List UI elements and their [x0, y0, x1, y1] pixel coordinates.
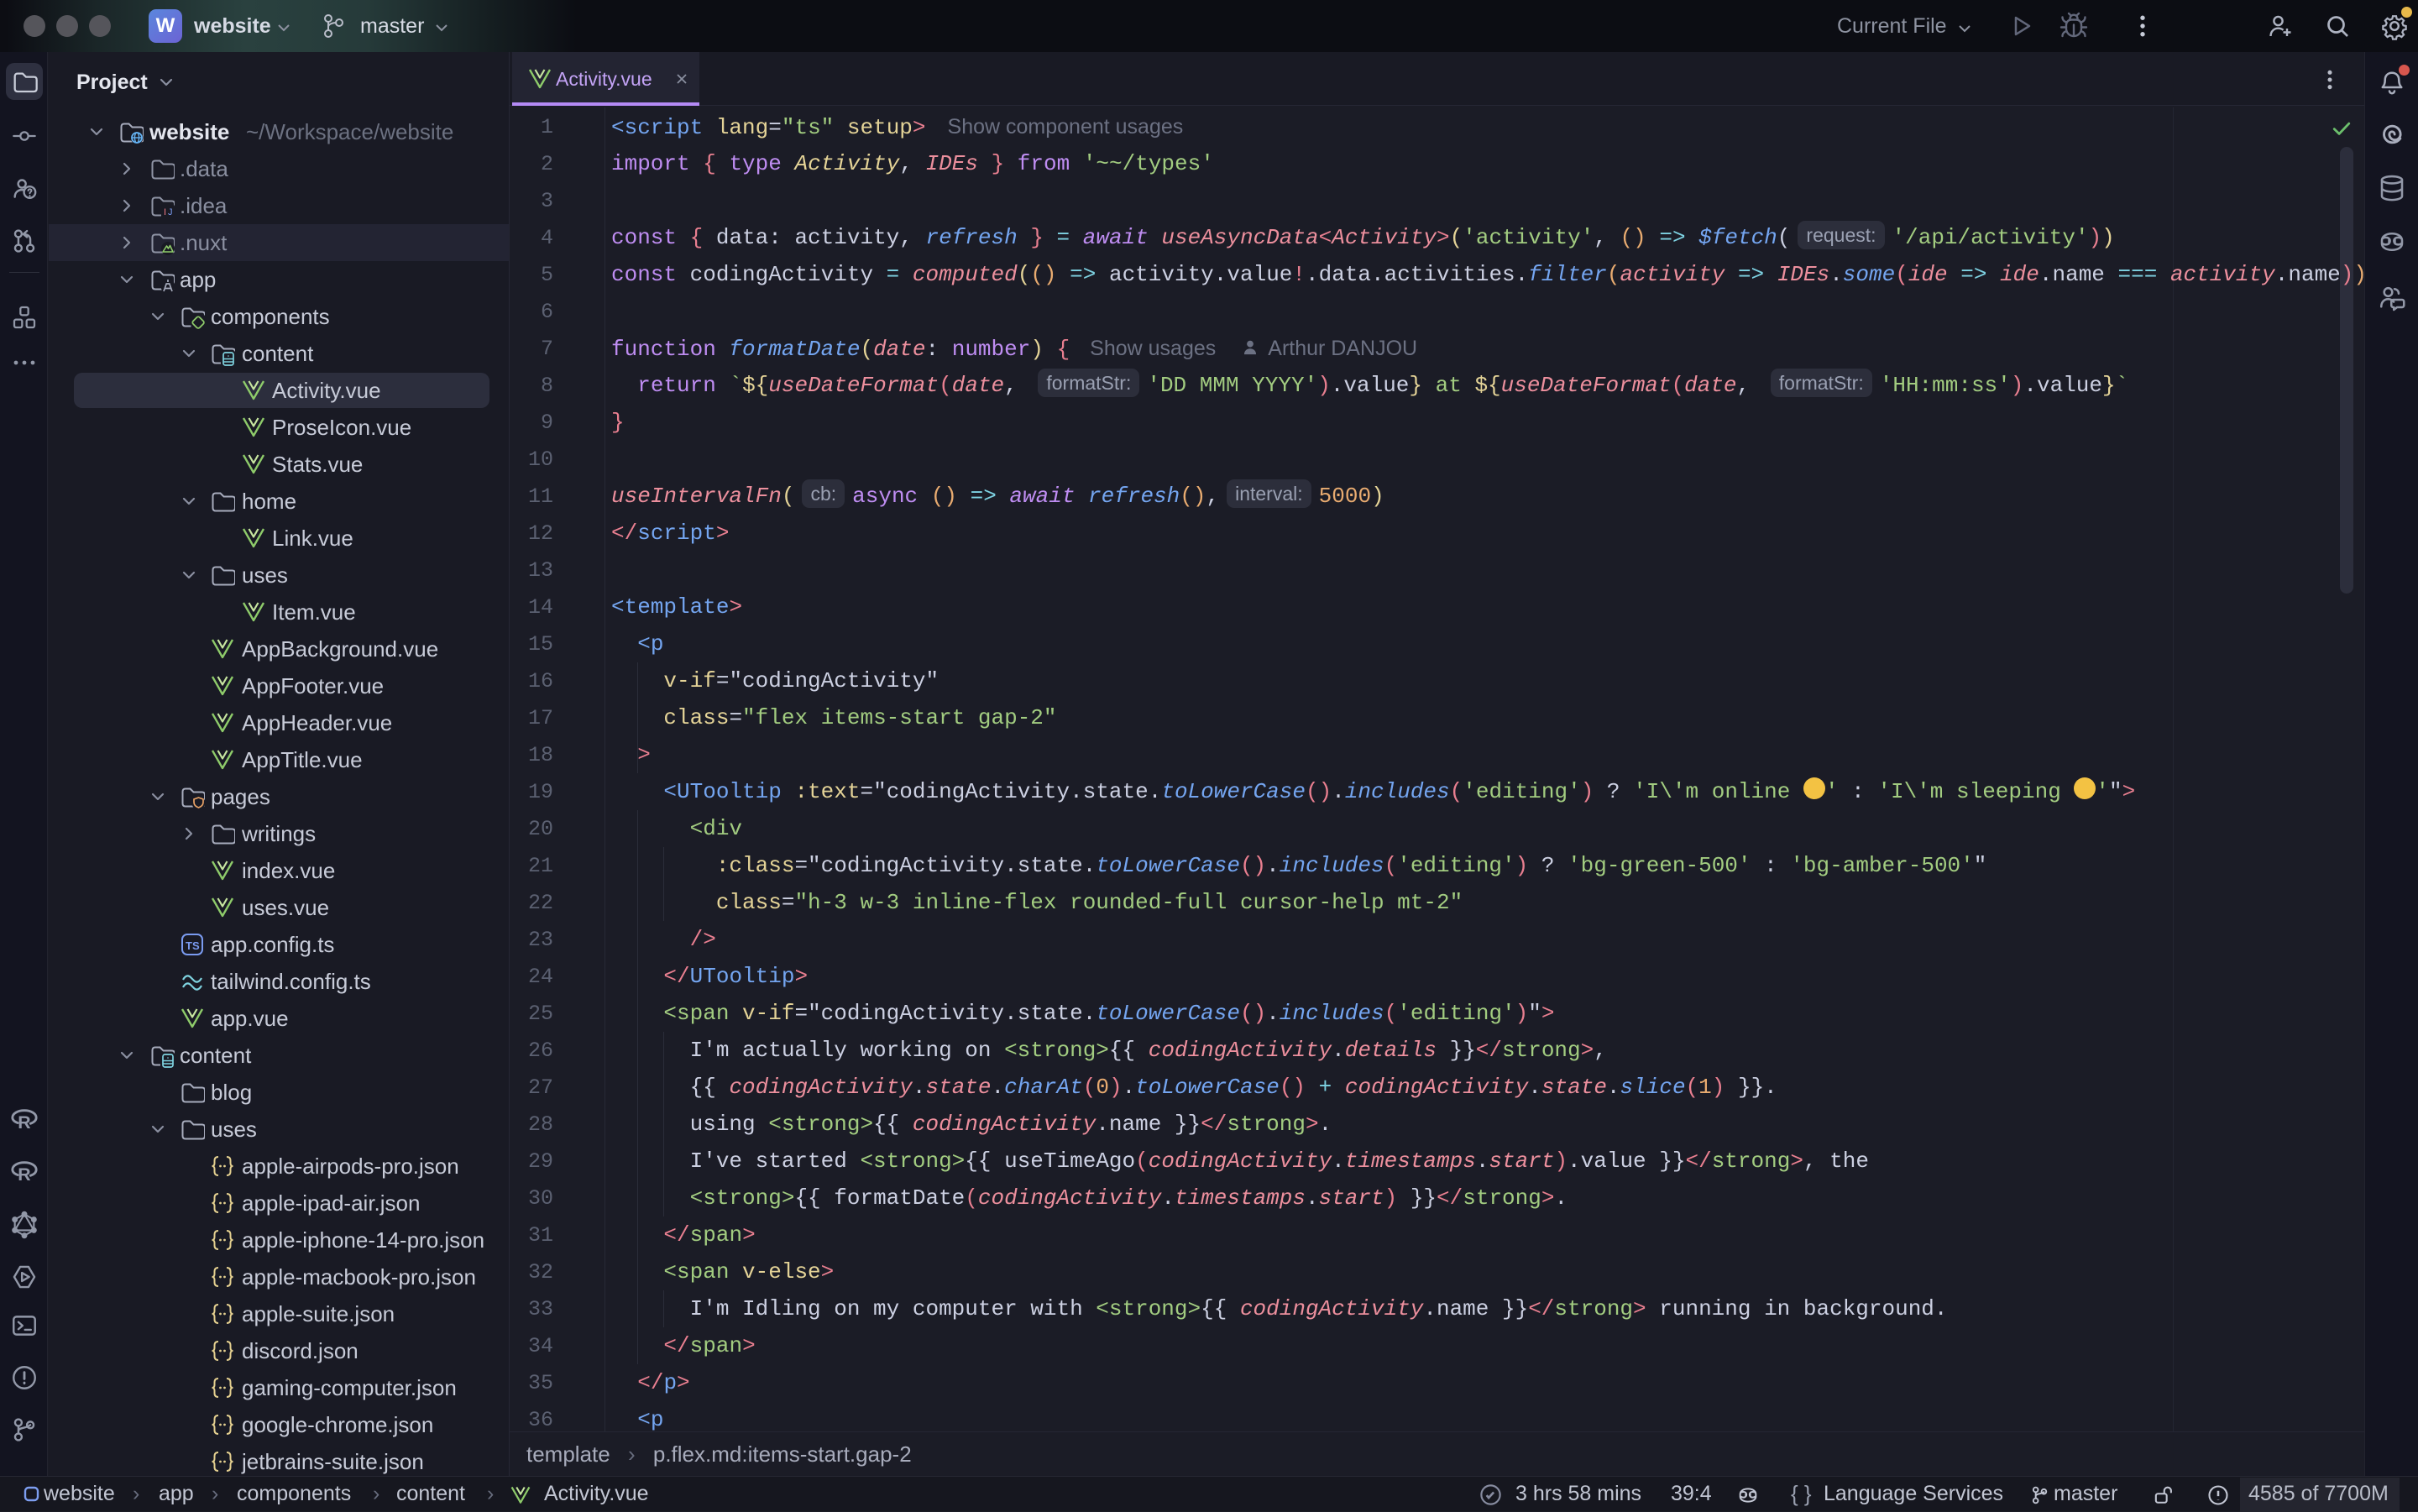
svg-text:R: R [18, 1112, 30, 1133]
svg-text:I: I [164, 207, 166, 217]
svg-text:J: J [168, 207, 173, 217]
svg-text:R: R [18, 1164, 30, 1185]
svg-text:TS: TS [186, 939, 200, 952]
